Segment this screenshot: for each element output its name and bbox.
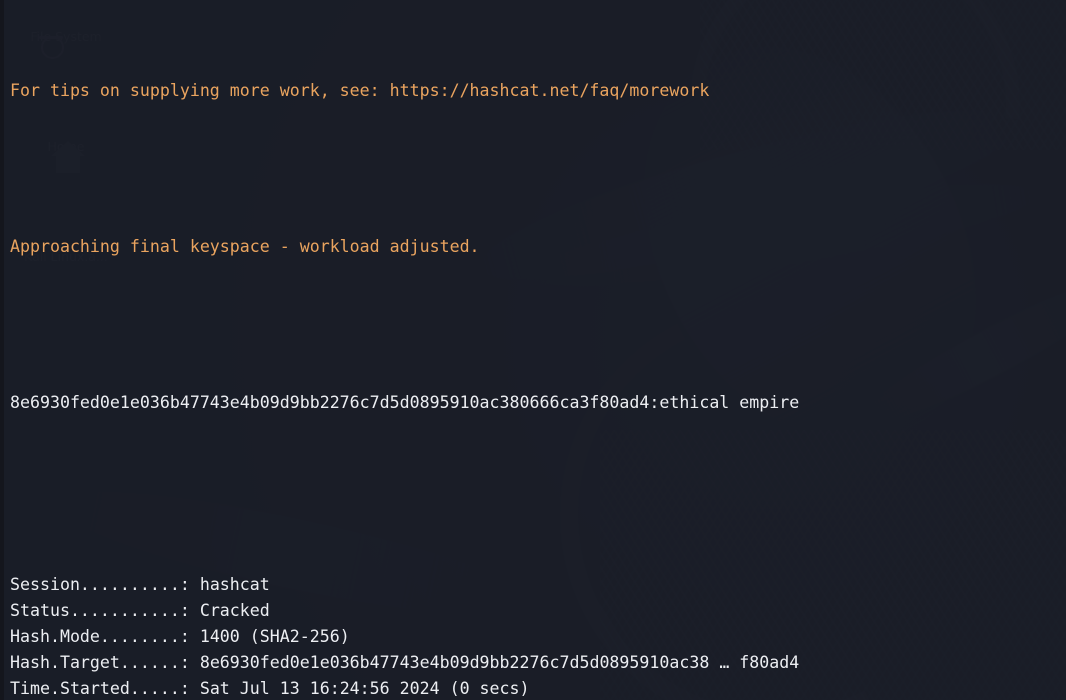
status-row: Hash.Mode........: 1400 (SHA2-256): [10, 624, 1066, 650]
status-row-label: Status...........:: [10, 601, 190, 620]
terminal-notice-keyspace: Approaching final keyspace - workload ad…: [10, 237, 480, 256]
status-row: Hash.Target......: 8e6930fed0e1e036b4774…: [10, 650, 1066, 676]
status-row-label: Hash.Target......:: [10, 653, 190, 672]
status-row: Session..........: hashcat: [10, 572, 1066, 598]
status-row-label: Session..........:: [10, 575, 190, 594]
status-row-label: Hash.Mode........:: [10, 627, 190, 646]
terminal-notice-morework: For tips on supplying more work, see: ht…: [10, 81, 710, 100]
cracked-hash-line: 8e6930fed0e1e036b47743e4b09d9bb2276c7d5d…: [10, 393, 800, 412]
status-row-value: 8e6930fed0e1e036b47743e4b09d9bb2276c7d5d…: [199, 653, 800, 672]
status-row-value: 1400 (SHA2-256): [199, 627, 350, 646]
status-row-value: Sat Jul 13 16:24:56 2024 (0 secs): [199, 679, 530, 698]
status-row: Status...........: Cracked: [10, 598, 1066, 624]
status-row-label: Time.Started.....:: [10, 679, 190, 698]
status-row-value: hashcat: [199, 575, 270, 594]
hashcat-status-block: Session..........: hashcat Status........…: [10, 572, 1066, 700]
status-row: Time.Started.....: Sat Jul 13 16:24:56 2…: [10, 676, 1066, 700]
terminal-output-pane[interactable]: For tips on supplying more work, see: ht…: [0, 0, 1066, 700]
status-row-value: Cracked: [199, 601, 270, 620]
